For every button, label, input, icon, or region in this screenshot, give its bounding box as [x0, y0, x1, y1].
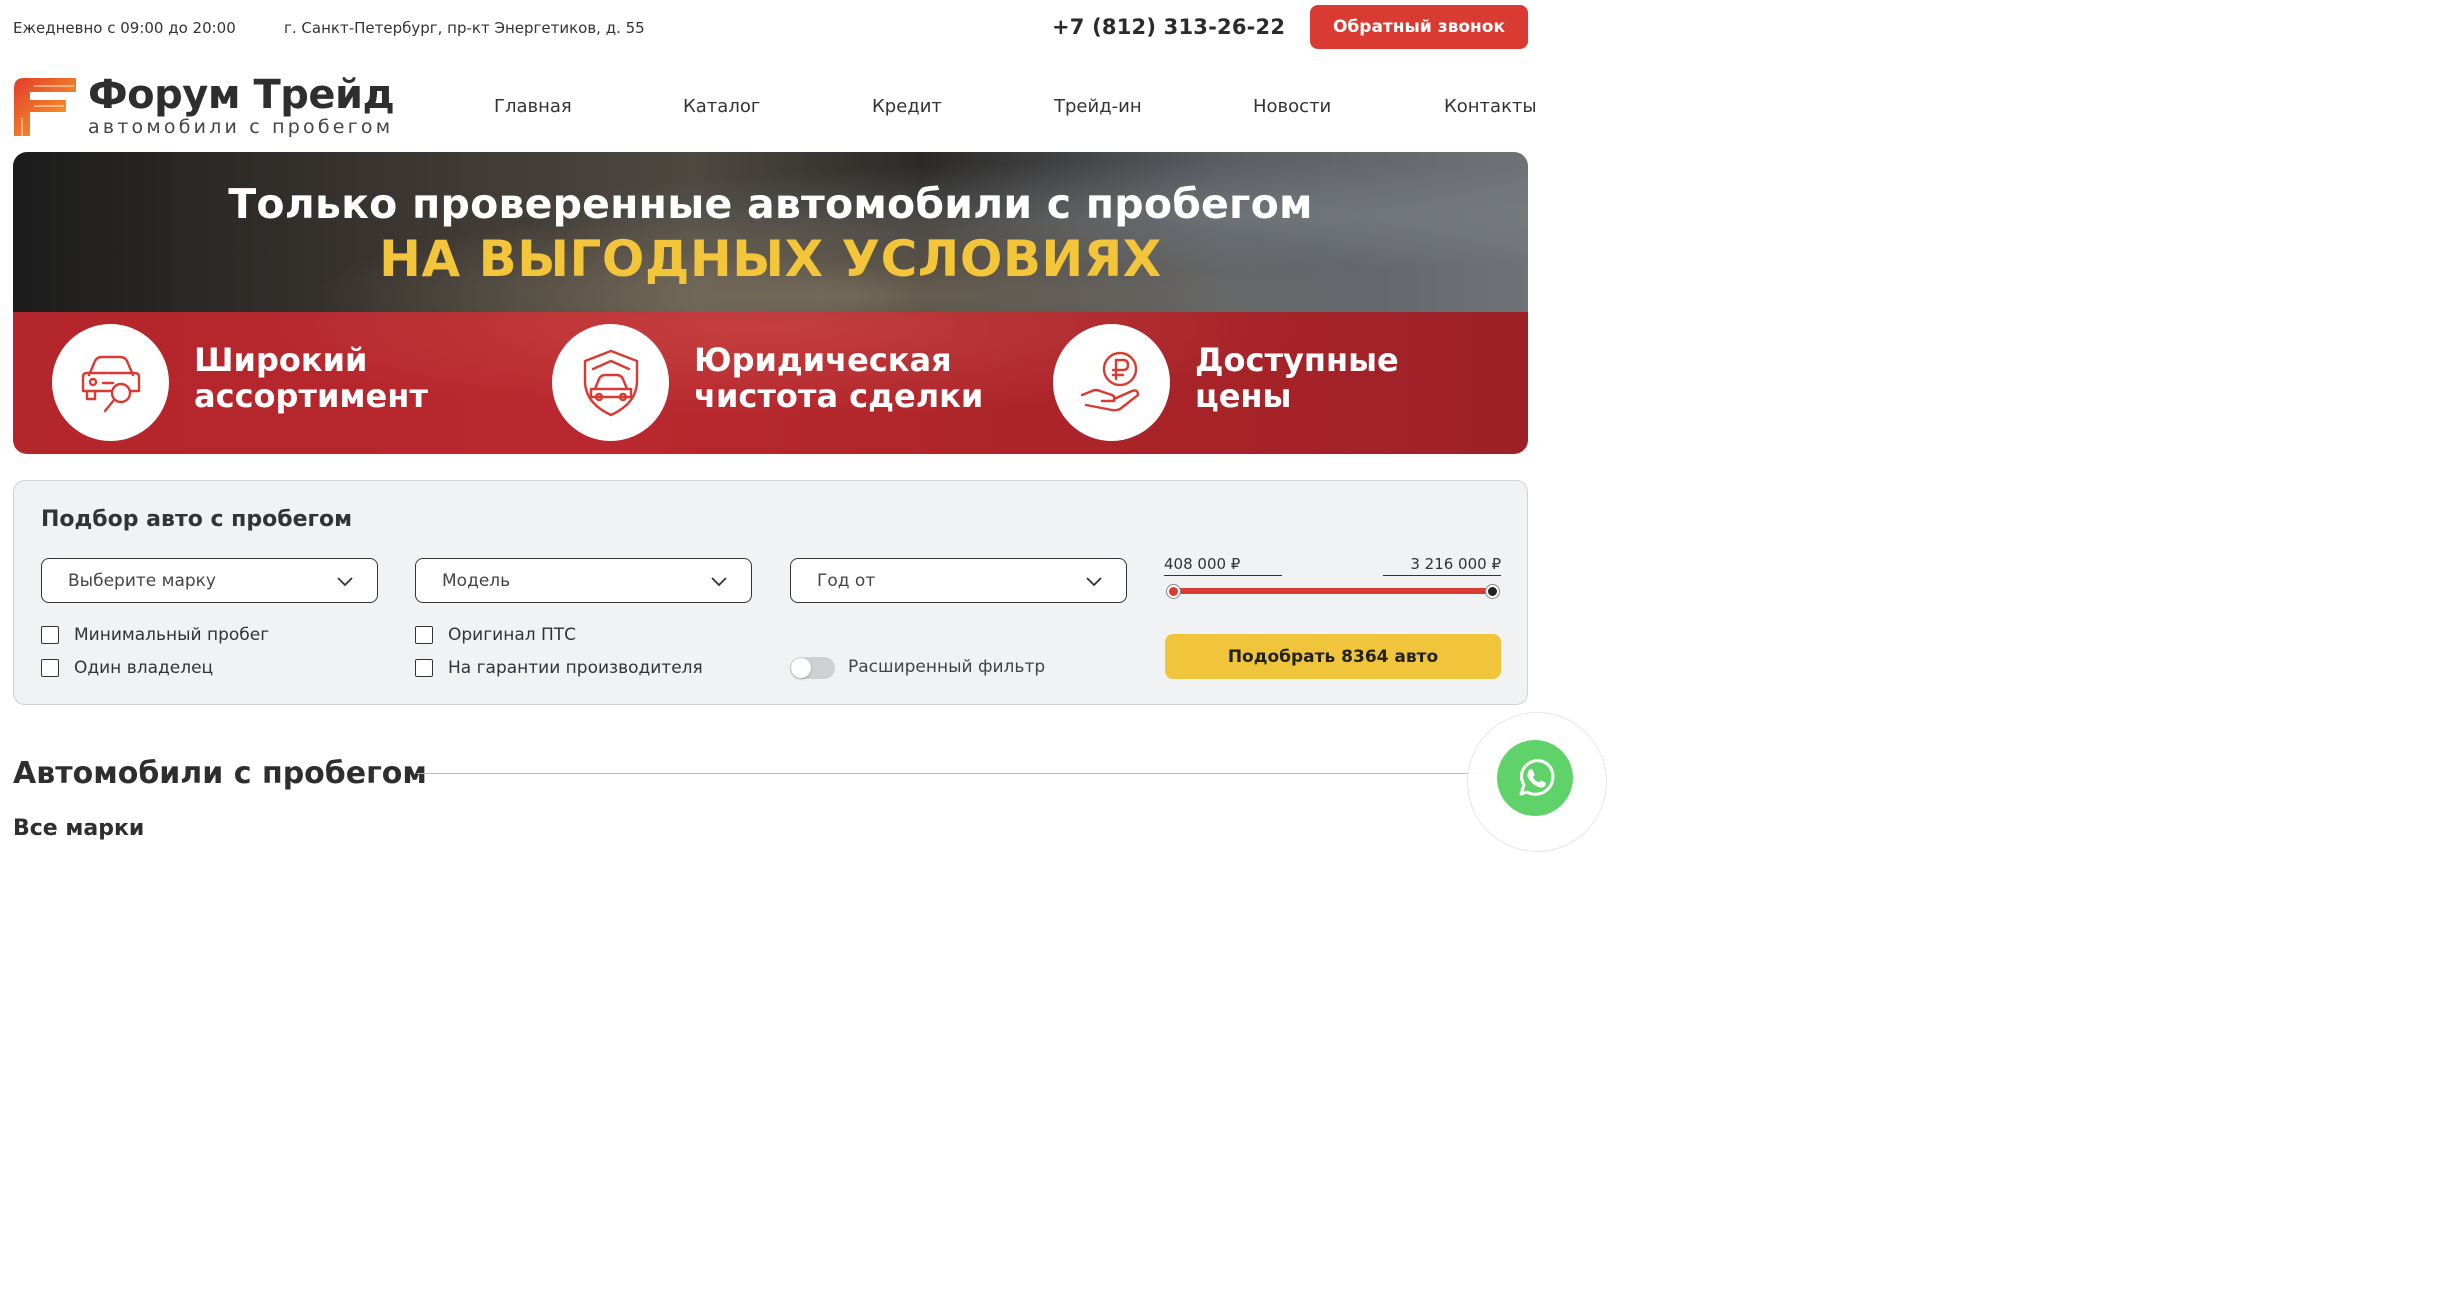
price-range-slider[interactable] — [1166, 584, 1500, 598]
address: г. Санкт-Петербург, пр-кт Энергетиков, д… — [284, 19, 645, 37]
check-one-owner[interactable]: Один владелец — [41, 657, 213, 679]
checkbox[interactable] — [415, 659, 433, 677]
working-hours: Ежедневно с 09:00 до 20:00 — [13, 19, 236, 37]
feature-prices-line2: цены — [1195, 377, 1292, 415]
ruble-hand-icon — [1080, 351, 1139, 412]
hero-title: Только проверенные автомобили с пробегом — [228, 180, 1313, 228]
check-min-mileage[interactable]: Минимальный пробег — [41, 624, 269, 646]
top-bar: Ежедневно с 09:00 до 20:00 г. Санкт-Пете… — [0, 0, 1568, 56]
check-label: Оригинал ПТС — [448, 625, 577, 645]
feature-prices-line1: Доступные — [1195, 341, 1399, 379]
check-label: Один владелец — [74, 658, 214, 678]
brand-select[interactable]: Выберите марку — [41, 558, 378, 603]
toggle-knob — [791, 658, 811, 678]
chevron-down-icon — [711, 577, 727, 587]
hero-banner: Только проверенные автомобили с пробегом… — [13, 152, 1528, 454]
checkbox[interactable] — [41, 659, 59, 677]
nav-item-trade-in[interactable]: Трейд-ин — [1054, 96, 1142, 117]
check-label: Минимальный пробег — [74, 625, 270, 645]
check-label: На гарантии производителя — [448, 658, 703, 678]
chevron-down-icon — [1086, 577, 1102, 587]
car-shield-icon — [583, 349, 638, 416]
nav-item-home[interactable]: Главная — [494, 96, 572, 117]
range-handle-min[interactable] — [1167, 585, 1180, 598]
main-nav: Главная Каталог Кредит Трейд-ин Новости … — [0, 96, 1568, 120]
car-filter-panel: Подбор авто с пробегом Выберите марку Мо… — [13, 480, 1528, 705]
feature-assortment-line1: Широкий — [194, 341, 368, 379]
callback-button[interactable]: Обратный звонок — [1310, 5, 1528, 49]
range-handle-max[interactable] — [1486, 585, 1499, 598]
section-title: Автомобили с пробегом — [13, 756, 427, 791]
filter-title: Подбор авто с пробегом — [41, 507, 353, 532]
range-track — [1172, 588, 1494, 594]
feature-assortment-line2: ассортимент — [194, 377, 428, 415]
brands-title: Все марки — [13, 816, 145, 841]
hero-accent: НА ВЫГОДНЫХ УСЛОВИЯХ — [379, 230, 1162, 288]
check-original-pts[interactable]: Оригинал ПТС — [415, 624, 576, 646]
nav-item-contacts[interactable]: Контакты — [1444, 96, 1537, 117]
feature-prices: Доступные цены — [1053, 324, 1493, 442]
model-select-value: Модель — [442, 570, 511, 591]
year-select[interactable]: Год от — [790, 558, 1127, 603]
chevron-down-icon — [337, 577, 353, 587]
whatsapp-icon — [1519, 759, 1555, 796]
extended-filter-label[interactable]: Расширенный фильтр — [848, 657, 1045, 677]
brand-select-value: Выберите марку — [68, 570, 216, 591]
feature-legal-line1: Юридическая — [694, 341, 952, 379]
phone-number[interactable]: +7 (812) 313-26-22 — [1052, 15, 1285, 39]
model-select[interactable]: Модель — [415, 558, 752, 603]
feature-legal-line2: чистота сделки — [694, 377, 984, 415]
year-select-value: Год от — [817, 570, 876, 591]
nav-item-credit[interactable]: Кредит — [872, 96, 942, 117]
extended-filter-toggle[interactable] — [790, 657, 835, 679]
check-warranty[interactable]: На гарантии производителя — [415, 657, 703, 679]
feature-assortment: Широкий ассортимент — [52, 324, 492, 442]
whatsapp-button[interactable] — [1497, 740, 1573, 816]
section-divider — [417, 773, 1497, 774]
nav-item-news[interactable]: Новости — [1253, 96, 1331, 117]
price-min-input[interactable]: 408 000 ₽ — [1164, 555, 1282, 576]
checkbox[interactable] — [415, 626, 433, 644]
submit-search-button[interactable]: Подобрать 8364 авто — [1165, 634, 1501, 679]
price-max-input[interactable]: 3 216 000 ₽ — [1383, 555, 1501, 576]
car-search-icon — [81, 355, 140, 412]
feature-legal: Юридическая чистота сделки — [552, 324, 992, 442]
nav-item-catalog[interactable]: Каталог — [683, 96, 760, 117]
checkbox[interactable] — [41, 626, 59, 644]
